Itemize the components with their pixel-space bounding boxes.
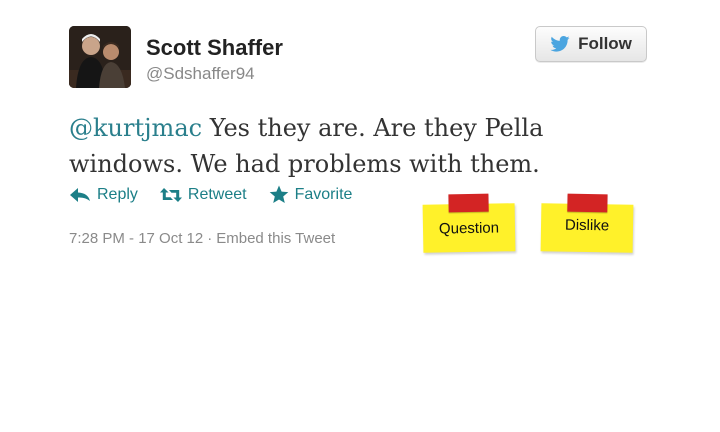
reply-label: Reply xyxy=(97,185,138,203)
embed-tweet-link[interactable]: Embed this Tweet xyxy=(216,230,335,247)
tweet-text: @kurtjmac Yes they are. Are they Pella w… xyxy=(69,110,609,182)
twitter-bird-icon xyxy=(550,36,570,52)
retweet-icon xyxy=(159,187,182,202)
favorite-label: Favorite xyxy=(294,185,353,203)
tweet-text-line1: Yes they are. Are they Pella xyxy=(202,114,544,142)
tweet-text-line2: windows. We had problems with them. xyxy=(69,150,540,178)
reply-button[interactable]: Reply xyxy=(69,186,138,204)
question-sticky-note: Question xyxy=(422,193,516,253)
avatar-photo xyxy=(69,26,131,88)
follow-button-label: Follow xyxy=(578,34,632,53)
user-handle[interactable]: @Sdshaffer94 xyxy=(146,64,255,84)
avatar[interactable] xyxy=(69,26,131,88)
question-sticker-label: Question xyxy=(438,219,500,238)
dislike-sticky-note: Dislike xyxy=(540,193,634,253)
star-icon xyxy=(269,185,288,203)
favorite-button[interactable]: Favorite xyxy=(269,185,353,204)
follow-button[interactable]: Follow xyxy=(535,26,647,62)
tweet-actions: Reply Retweet Favorite xyxy=(69,185,352,204)
display-name[interactable]: Scott Shaffer xyxy=(146,35,283,61)
retweet-button[interactable]: Retweet xyxy=(159,185,247,204)
meta-separator: · xyxy=(207,230,213,247)
tape-strip xyxy=(448,193,489,213)
mention-link[interactable]: @kurtjmac xyxy=(69,114,202,142)
dislike-sticker-label: Dislike xyxy=(564,216,610,235)
retweet-label: Retweet xyxy=(187,185,247,203)
tweet-timestamp[interactable]: 7:28 PM - 17 Oct 12 xyxy=(69,230,203,247)
tape-strip xyxy=(567,193,608,213)
reply-arrow-icon xyxy=(70,187,90,202)
tweet-meta: 7:28 PM - 17 Oct 12 · Embed this Tweet xyxy=(69,230,335,247)
